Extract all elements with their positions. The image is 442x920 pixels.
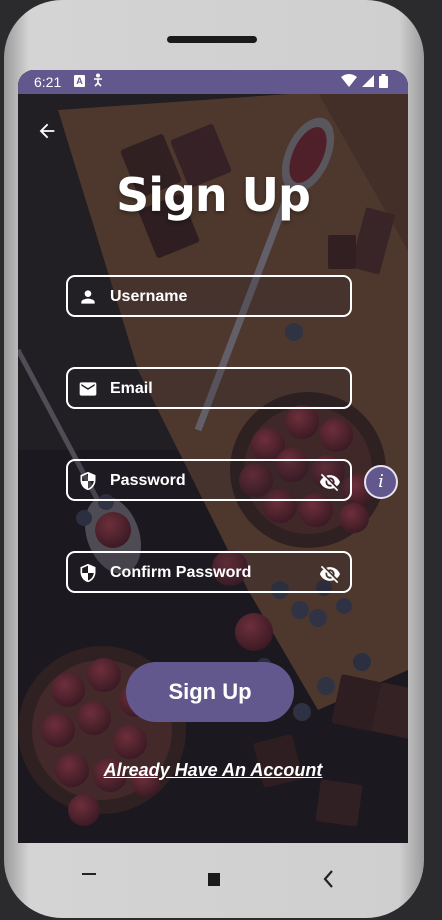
email-placeholder: Email — [110, 380, 153, 397]
battery-icon — [379, 74, 388, 88]
page-title: Sign Up — [116, 168, 311, 222]
eye-off-icon[interactable] — [319, 471, 341, 493]
already-have-account-link[interactable]: Already Have An Account — [18, 760, 408, 781]
person-icon — [81, 290, 95, 304]
status-icons — [341, 74, 388, 90]
username-field[interactable]: Username — [66, 275, 352, 317]
notification-a-icon: A — [74, 75, 85, 87]
password-field[interactable]: Password — [66, 459, 352, 501]
speaker-grille — [167, 36, 257, 43]
wifi-icon — [341, 74, 358, 87]
sign-up-button[interactable]: Sign Up — [126, 662, 294, 722]
email-field[interactable]: Email — [66, 367, 352, 409]
phone-frame: 6:21 A Sign Up Username Email Password i… — [4, 0, 424, 918]
recents-icon[interactable] — [82, 873, 96, 875]
username-placeholder: Username — [110, 288, 188, 305]
confirm-password-field[interactable]: Confirm Password — [66, 551, 352, 593]
status-bar: 6:21 A — [18, 70, 408, 94]
home-icon[interactable] — [208, 873, 220, 886]
signal-icon — [362, 75, 375, 87]
mail-icon — [79, 382, 97, 396]
eye-off-icon[interactable] — [319, 563, 341, 585]
confirm-password-placeholder: Confirm Password — [110, 564, 252, 581]
app-screen: 6:21 A Sign Up Username Email Password i… — [18, 70, 408, 843]
shield-icon — [80, 471, 96, 491]
back-arrow-icon[interactable] — [36, 120, 58, 142]
nav-back-icon[interactable] — [322, 869, 334, 889]
password-info-button[interactable]: i — [364, 465, 398, 499]
shield-icon — [80, 563, 96, 583]
status-time: 6:21 — [34, 74, 62, 90]
password-placeholder: Password — [110, 472, 186, 489]
system-nav-bar — [4, 843, 424, 919]
accessibility-icon — [94, 73, 102, 87]
